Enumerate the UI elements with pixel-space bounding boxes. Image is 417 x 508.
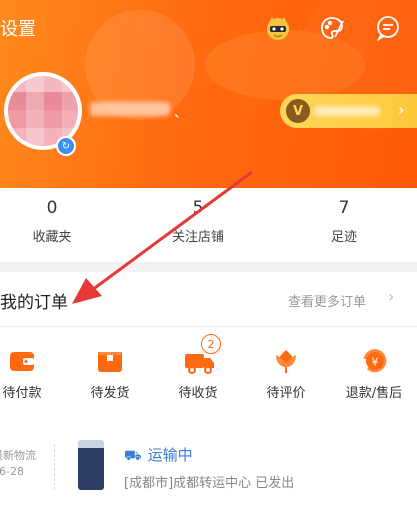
annotation-arrow [72, 170, 253, 304]
